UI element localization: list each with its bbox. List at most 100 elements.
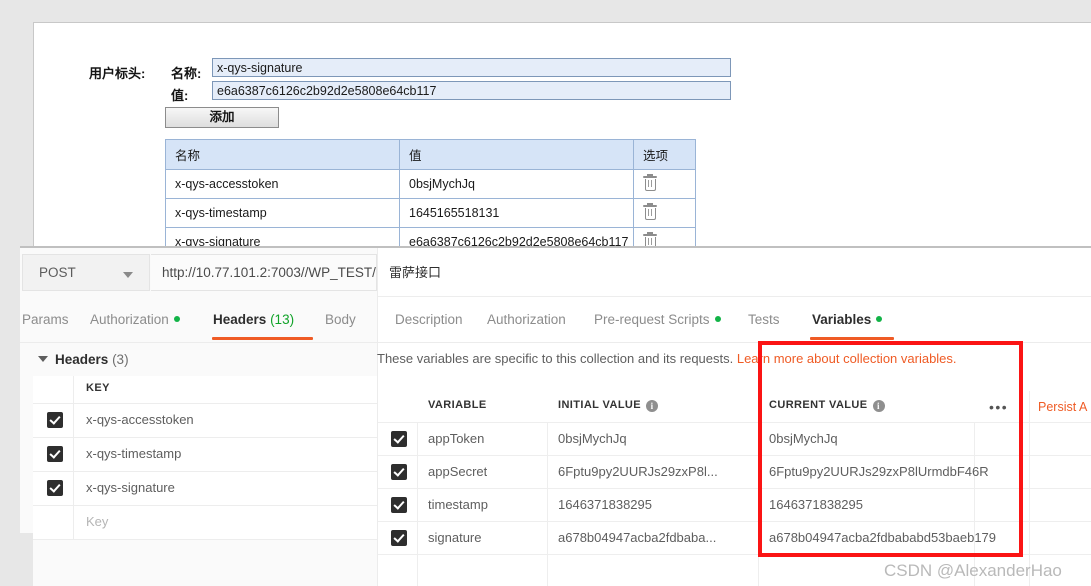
- column-label: CURRENT VALUE: [769, 399, 868, 411]
- headers-group-title: Headers: [55, 352, 109, 367]
- tab-label: Variables: [812, 312, 872, 327]
- tab-label: Pre-request Scripts: [594, 312, 710, 327]
- list-item[interactable]: x-qys-signature: [33, 472, 377, 506]
- list-item[interactable]: x-qys-accesstoken: [33, 404, 377, 438]
- new-header-row[interactable]: Key: [33, 506, 377, 540]
- checkbox-column: [33, 472, 74, 505]
- status-dot-icon: [714, 316, 721, 322]
- variable-enabled-checkbox[interactable]: [391, 530, 407, 546]
- tab-tests[interactable]: Tests: [748, 312, 780, 327]
- table-row[interactable]: appSecret 6Fptu9py2UURJs29zxP8l... 6Fptu…: [378, 456, 1091, 489]
- cell-initial-value[interactable]: [548, 555, 759, 586]
- cell-variable[interactable]: appSecret: [418, 456, 548, 488]
- request-url-input[interactable]: http://10.77.101.2:7003//WP_TEST/H: [151, 254, 377, 291]
- info-icon[interactable]: i: [872, 400, 885, 412]
- persist-column: Persist A: [1030, 391, 1091, 422]
- variable-name: timestamp: [428, 497, 488, 512]
- header-enabled-checkbox[interactable]: [47, 412, 63, 428]
- cell-initial-value[interactable]: 0bsjMychJq: [548, 423, 759, 455]
- tab-collection-authorization[interactable]: Authorization: [487, 312, 566, 327]
- header-enabled-checkbox[interactable]: [47, 480, 63, 496]
- collection-title: 雷萨接口: [389, 265, 442, 280]
- variable-enabled-checkbox[interactable]: [391, 431, 407, 447]
- cell-initial-value[interactable]: 1646371838295: [548, 489, 759, 521]
- cell-current-value[interactable]: a678b04947acba2fdbababd53baeb179: [759, 522, 996, 554]
- delete-icon[interactable]: [643, 203, 657, 221]
- more-options-column: •••: [975, 391, 1030, 422]
- current-value: 0bsjMychJq: [769, 431, 838, 446]
- cell-header-value: 0bsjMychJq: [399, 169, 634, 199]
- delete-icon[interactable]: [643, 174, 657, 192]
- cell-current-value[interactable]: 1646371838295: [759, 489, 975, 521]
- checkbox-column: [33, 404, 74, 437]
- checkbox-column: [378, 555, 418, 586]
- tab-label: Authorization: [487, 312, 566, 327]
- row-actions-cell: [975, 456, 1030, 488]
- list-item[interactable]: x-qys-timestamp: [33, 438, 377, 472]
- variable-name: appToken: [428, 431, 485, 446]
- cell-variable[interactable]: signature: [418, 522, 548, 554]
- info-icon[interactable]: i: [646, 400, 659, 412]
- header-key-label: x-qys-signature: [86, 480, 175, 495]
- column-label: INITIAL VALUE: [558, 399, 642, 411]
- column-label: VARIABLE: [428, 399, 487, 411]
- cell-header-name: x-qys-timestamp: [165, 198, 400, 228]
- legacy-headers-table: 名称 值 选项 x-qys-accesstoken 0bsjMychJq x-q…: [165, 139, 696, 257]
- row-actions-cell: [975, 489, 1030, 521]
- column-header-key: KEY: [86, 382, 110, 394]
- table-row[interactable]: appToken 0bsjMychJq 0bsjMychJq: [378, 423, 1091, 456]
- learn-more-link[interactable]: Learn more about collection variables.: [737, 351, 957, 366]
- column-header-value: 值: [399, 139, 634, 170]
- initial-value: 0bsjMychJq: [558, 431, 627, 446]
- variable-enabled-checkbox[interactable]: [391, 497, 407, 513]
- more-options-icon[interactable]: •••: [989, 400, 1008, 414]
- table-header-row: 名称 值 选项: [165, 139, 696, 170]
- table-row[interactable]: timestamp 1646371838295 1646371838295: [378, 489, 1091, 522]
- tab-bar-underline: [20, 342, 377, 343]
- tab-pre-request-scripts[interactable]: Pre-request Scripts: [594, 312, 721, 327]
- header-enabled-checkbox[interactable]: [47, 446, 63, 462]
- cell-current-value[interactable]: 6Fptu9py2UURJs29zxP8lUrmdbF46R: [759, 456, 989, 488]
- row-persist-cell: [1030, 423, 1091, 455]
- left-rail-lower: [0, 533, 33, 586]
- add-header-button[interactable]: 添加: [165, 107, 279, 128]
- new-header-key-input[interactable]: Key: [86, 514, 108, 529]
- cell-option: [633, 169, 696, 199]
- header-name-input[interactable]: x-qys-signature: [212, 58, 731, 77]
- column-header-name: 名称: [165, 139, 400, 170]
- variable-name: appSecret: [428, 464, 488, 479]
- header-key-label: x-qys-accesstoken: [86, 412, 194, 427]
- variables-table-header-row: VARIABLE INITIAL VALUE i CURRENT VALUE i •…: [378, 391, 1091, 423]
- collection-tab-underline: [377, 342, 1091, 343]
- watermark-text: CSDN @AlexanderHao: [884, 561, 1062, 580]
- user-header-label: 用户标头:: [89, 66, 146, 81]
- row-persist-cell: [1030, 522, 1091, 554]
- cell-variable[interactable]: appToken: [418, 423, 548, 455]
- legacy-header-panel: 用户标头: 名称: 值: x-qys-signature e6a6387c612…: [33, 22, 1091, 257]
- cell-initial-value[interactable]: 6Fptu9py2UURJs29zxP8l...: [548, 456, 759, 488]
- chevron-down-icon: [38, 356, 48, 362]
- tab-description[interactable]: Description: [395, 312, 463, 327]
- persist-all-button[interactable]: Persist A: [1038, 400, 1087, 414]
- header-value-input[interactable]: e6a6387c6126c2b92d2e5808e64cb117: [212, 81, 731, 100]
- table-row: x-qys-accesstoken 0bsjMychJq: [165, 169, 696, 199]
- row-actions-cell: [975, 423, 1030, 455]
- cell-current-value[interactable]: 0bsjMychJq: [759, 423, 975, 455]
- headers-group-toggle[interactable]: Headers (3): [38, 352, 129, 367]
- cell-variable[interactable]: [418, 555, 548, 586]
- cell-option: [633, 198, 696, 228]
- tab-variables[interactable]: Variables: [812, 312, 883, 327]
- variable-enabled-checkbox[interactable]: [391, 464, 407, 480]
- cell-header-name: x-qys-accesstoken: [165, 169, 400, 199]
- cell-initial-value[interactable]: a678b04947acba2fdbaba...: [548, 522, 759, 554]
- http-method-selector[interactable]: POST: [22, 254, 150, 291]
- table-row[interactable]: signature a678b04947acba2fdbaba... a678b…: [378, 522, 1091, 555]
- headers-group-count: (3): [112, 352, 129, 367]
- row-actions-cell: [975, 522, 1030, 554]
- active-tab-indicator: [810, 337, 894, 340]
- checkbox-column: [33, 438, 74, 471]
- column-header-option: 选项: [633, 139, 696, 170]
- checkbox-column: [378, 423, 418, 455]
- cell-variable[interactable]: timestamp: [418, 489, 548, 521]
- checkbox-column: [33, 506, 74, 539]
